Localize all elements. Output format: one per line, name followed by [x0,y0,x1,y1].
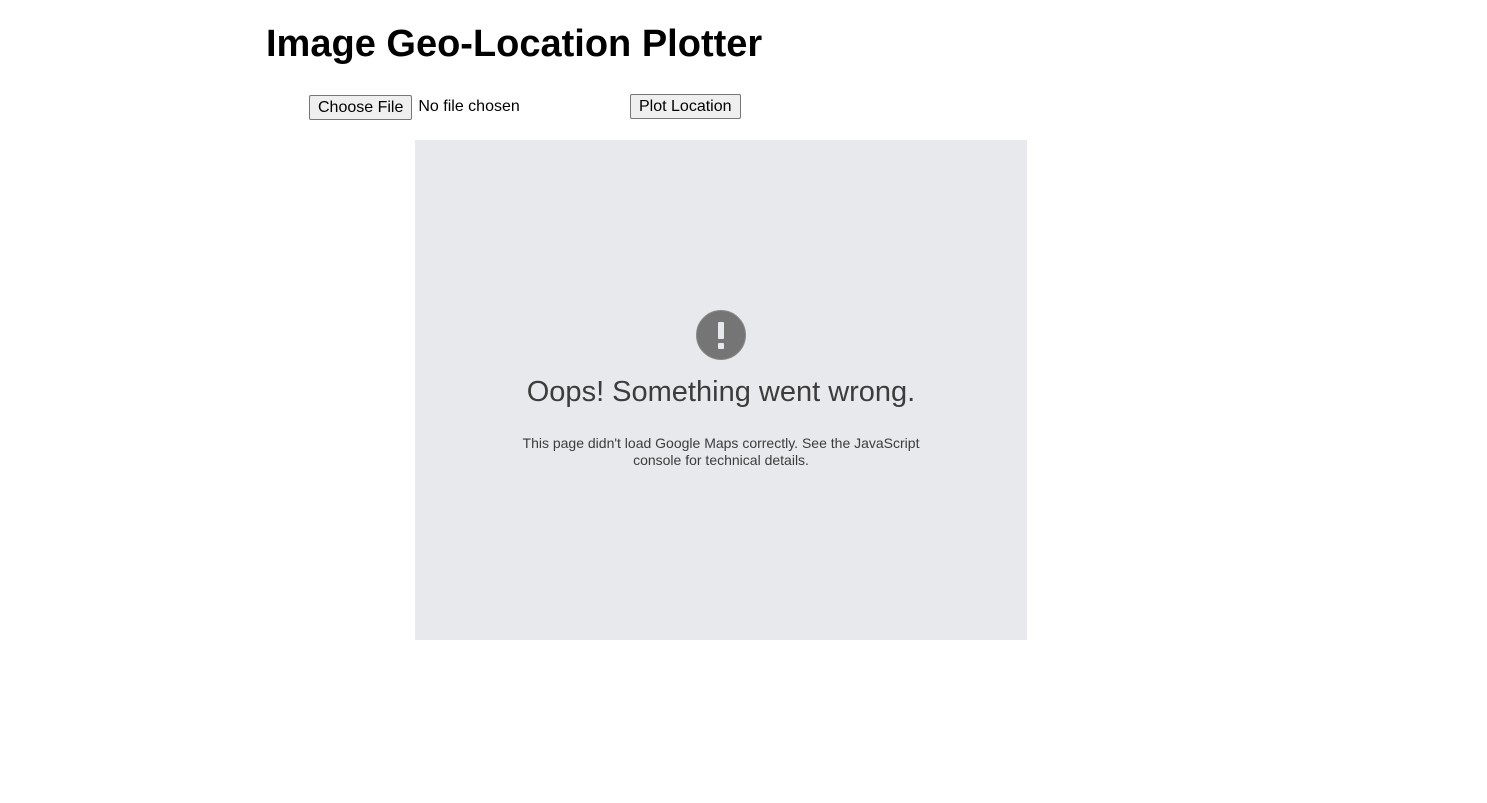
exclamation-circle-icon [696,310,746,360]
file-status-text: No file chosen [418,98,520,115]
error-title: Oops! Something went wrong. [526,376,916,408]
file-picker: Choose File No file chosen [309,94,520,120]
exclamation-bar [718,322,724,339]
choose-file-button[interactable]: Choose File [309,94,413,120]
page: Image Geo-Location Plotter Choose File N… [0,0,1487,803]
plot-location-button[interactable]: Plot Location [630,94,741,119]
page-title: Image Geo-Location Plotter [266,23,763,65]
exclamation-dot [718,343,724,349]
map-container: Oops! Something went wrong. This page di… [415,140,1027,640]
error-message: This page didn't load Google Maps correc… [522,435,920,468]
